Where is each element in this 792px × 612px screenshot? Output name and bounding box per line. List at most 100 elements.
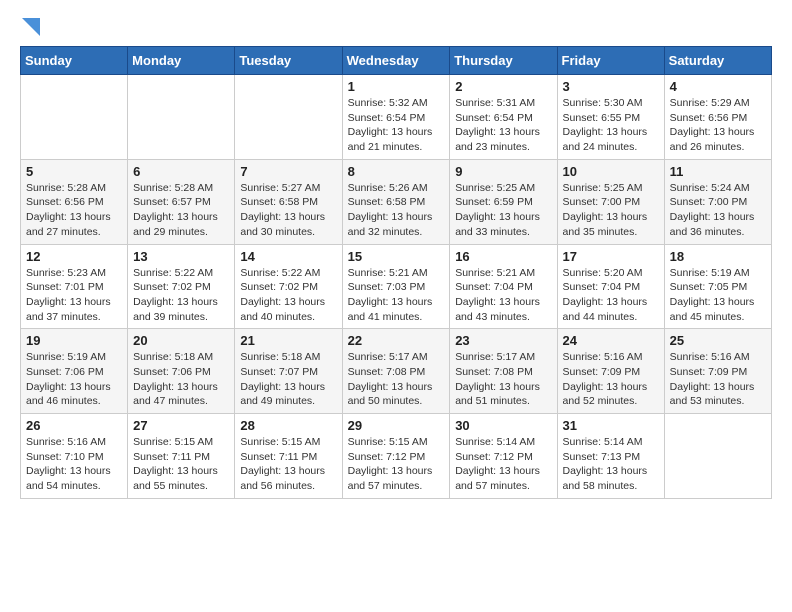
calendar-cell: 13 Sunrise: 5:22 AMSunset: 7:02 PMDaylig… bbox=[128, 244, 235, 329]
day-number: 19 bbox=[26, 333, 122, 348]
calendar-cell bbox=[664, 414, 771, 499]
day-info: Sunrise: 5:14 AMSunset: 7:13 PMDaylight:… bbox=[563, 435, 659, 494]
calendar-cell: 1 Sunrise: 5:32 AMSunset: 6:54 PMDayligh… bbox=[342, 75, 450, 160]
day-number: 18 bbox=[670, 249, 766, 264]
day-number: 2 bbox=[455, 79, 551, 94]
day-info: Sunrise: 5:30 AMSunset: 6:55 PMDaylight:… bbox=[563, 96, 659, 155]
day-info: Sunrise: 5:25 AMSunset: 6:59 PMDaylight:… bbox=[455, 181, 551, 240]
day-info: Sunrise: 5:16 AMSunset: 7:09 PMDaylight:… bbox=[563, 350, 659, 409]
calendar-cell: 9 Sunrise: 5:25 AMSunset: 6:59 PMDayligh… bbox=[450, 159, 557, 244]
day-info: Sunrise: 5:21 AMSunset: 7:04 PMDaylight:… bbox=[455, 266, 551, 325]
day-info: Sunrise: 5:15 AMSunset: 7:11 PMDaylight:… bbox=[240, 435, 336, 494]
calendar-cell: 29 Sunrise: 5:15 AMSunset: 7:12 PMDaylig… bbox=[342, 414, 450, 499]
day-info: Sunrise: 5:26 AMSunset: 6:58 PMDaylight:… bbox=[348, 181, 445, 240]
day-info: Sunrise: 5:24 AMSunset: 7:00 PMDaylight:… bbox=[670, 181, 766, 240]
day-number: 6 bbox=[133, 164, 229, 179]
day-info: Sunrise: 5:28 AMSunset: 6:57 PMDaylight:… bbox=[133, 181, 229, 240]
calendar-table: SundayMondayTuesdayWednesdayThursdayFrid… bbox=[20, 46, 772, 499]
weekday-header-tuesday: Tuesday bbox=[235, 47, 342, 75]
calendar-cell: 7 Sunrise: 5:27 AMSunset: 6:58 PMDayligh… bbox=[235, 159, 342, 244]
day-number: 30 bbox=[455, 418, 551, 433]
calendar-week-row: 5 Sunrise: 5:28 AMSunset: 6:56 PMDayligh… bbox=[21, 159, 772, 244]
day-number: 17 bbox=[563, 249, 659, 264]
day-number: 23 bbox=[455, 333, 551, 348]
calendar-cell: 20 Sunrise: 5:18 AMSunset: 7:06 PMDaylig… bbox=[128, 329, 235, 414]
calendar-cell: 15 Sunrise: 5:21 AMSunset: 7:03 PMDaylig… bbox=[342, 244, 450, 329]
weekday-header-sunday: Sunday bbox=[21, 47, 128, 75]
calendar-cell: 17 Sunrise: 5:20 AMSunset: 7:04 PMDaylig… bbox=[557, 244, 664, 329]
day-info: Sunrise: 5:18 AMSunset: 7:06 PMDaylight:… bbox=[133, 350, 229, 409]
day-info: Sunrise: 5:31 AMSunset: 6:54 PMDaylight:… bbox=[455, 96, 551, 155]
day-info: Sunrise: 5:17 AMSunset: 7:08 PMDaylight:… bbox=[455, 350, 551, 409]
calendar-cell: 21 Sunrise: 5:18 AMSunset: 7:07 PMDaylig… bbox=[235, 329, 342, 414]
calendar-week-row: 26 Sunrise: 5:16 AMSunset: 7:10 PMDaylig… bbox=[21, 414, 772, 499]
day-info: Sunrise: 5:14 AMSunset: 7:12 PMDaylight:… bbox=[455, 435, 551, 494]
calendar-cell: 5 Sunrise: 5:28 AMSunset: 6:56 PMDayligh… bbox=[21, 159, 128, 244]
day-info: Sunrise: 5:16 AMSunset: 7:10 PMDaylight:… bbox=[26, 435, 122, 494]
logo bbox=[20, 20, 40, 36]
day-number: 7 bbox=[240, 164, 336, 179]
day-info: Sunrise: 5:23 AMSunset: 7:01 PMDaylight:… bbox=[26, 266, 122, 325]
day-info: Sunrise: 5:28 AMSunset: 6:56 PMDaylight:… bbox=[26, 181, 122, 240]
day-info: Sunrise: 5:22 AMSunset: 7:02 PMDaylight:… bbox=[133, 266, 229, 325]
day-number: 31 bbox=[563, 418, 659, 433]
calendar-cell: 4 Sunrise: 5:29 AMSunset: 6:56 PMDayligh… bbox=[664, 75, 771, 160]
day-info: Sunrise: 5:21 AMSunset: 7:03 PMDaylight:… bbox=[348, 266, 445, 325]
calendar-cell: 22 Sunrise: 5:17 AMSunset: 7:08 PMDaylig… bbox=[342, 329, 450, 414]
day-number: 10 bbox=[563, 164, 659, 179]
calendar-cell: 6 Sunrise: 5:28 AMSunset: 6:57 PMDayligh… bbox=[128, 159, 235, 244]
calendar-cell: 2 Sunrise: 5:31 AMSunset: 6:54 PMDayligh… bbox=[450, 75, 557, 160]
calendar-cell: 24 Sunrise: 5:16 AMSunset: 7:09 PMDaylig… bbox=[557, 329, 664, 414]
day-info: Sunrise: 5:19 AMSunset: 7:05 PMDaylight:… bbox=[670, 266, 766, 325]
day-number: 15 bbox=[348, 249, 445, 264]
calendar-cell: 18 Sunrise: 5:19 AMSunset: 7:05 PMDaylig… bbox=[664, 244, 771, 329]
day-info: Sunrise: 5:32 AMSunset: 6:54 PMDaylight:… bbox=[348, 96, 445, 155]
day-number: 3 bbox=[563, 79, 659, 94]
calendar-cell: 25 Sunrise: 5:16 AMSunset: 7:09 PMDaylig… bbox=[664, 329, 771, 414]
day-number: 9 bbox=[455, 164, 551, 179]
page-header bbox=[20, 20, 772, 36]
day-number: 27 bbox=[133, 418, 229, 433]
calendar-cell: 31 Sunrise: 5:14 AMSunset: 7:13 PMDaylig… bbox=[557, 414, 664, 499]
day-number: 1 bbox=[348, 79, 445, 94]
day-info: Sunrise: 5:22 AMSunset: 7:02 PMDaylight:… bbox=[240, 266, 336, 325]
day-number: 4 bbox=[670, 79, 766, 94]
weekday-header-saturday: Saturday bbox=[664, 47, 771, 75]
calendar-cell bbox=[128, 75, 235, 160]
day-number: 11 bbox=[670, 164, 766, 179]
calendar-cell: 27 Sunrise: 5:15 AMSunset: 7:11 PMDaylig… bbox=[128, 414, 235, 499]
calendar-week-row: 12 Sunrise: 5:23 AMSunset: 7:01 PMDaylig… bbox=[21, 244, 772, 329]
day-info: Sunrise: 5:20 AMSunset: 7:04 PMDaylight:… bbox=[563, 266, 659, 325]
logo-arrow-icon bbox=[22, 18, 40, 36]
calendar-week-row: 1 Sunrise: 5:32 AMSunset: 6:54 PMDayligh… bbox=[21, 75, 772, 160]
calendar-cell: 3 Sunrise: 5:30 AMSunset: 6:55 PMDayligh… bbox=[557, 75, 664, 160]
day-number: 28 bbox=[240, 418, 336, 433]
calendar-header-row: SundayMondayTuesdayWednesdayThursdayFrid… bbox=[21, 47, 772, 75]
day-info: Sunrise: 5:15 AMSunset: 7:12 PMDaylight:… bbox=[348, 435, 445, 494]
calendar-cell bbox=[21, 75, 128, 160]
day-number: 8 bbox=[348, 164, 445, 179]
day-info: Sunrise: 5:18 AMSunset: 7:07 PMDaylight:… bbox=[240, 350, 336, 409]
day-number: 24 bbox=[563, 333, 659, 348]
calendar-cell: 28 Sunrise: 5:15 AMSunset: 7:11 PMDaylig… bbox=[235, 414, 342, 499]
calendar-cell bbox=[235, 75, 342, 160]
day-info: Sunrise: 5:25 AMSunset: 7:00 PMDaylight:… bbox=[563, 181, 659, 240]
calendar-cell: 30 Sunrise: 5:14 AMSunset: 7:12 PMDaylig… bbox=[450, 414, 557, 499]
day-number: 22 bbox=[348, 333, 445, 348]
day-number: 14 bbox=[240, 249, 336, 264]
day-info: Sunrise: 5:15 AMSunset: 7:11 PMDaylight:… bbox=[133, 435, 229, 494]
day-info: Sunrise: 5:29 AMSunset: 6:56 PMDaylight:… bbox=[670, 96, 766, 155]
day-number: 20 bbox=[133, 333, 229, 348]
day-info: Sunrise: 5:16 AMSunset: 7:09 PMDaylight:… bbox=[670, 350, 766, 409]
calendar-cell: 16 Sunrise: 5:21 AMSunset: 7:04 PMDaylig… bbox=[450, 244, 557, 329]
day-number: 5 bbox=[26, 164, 122, 179]
calendar-cell: 10 Sunrise: 5:25 AMSunset: 7:00 PMDaylig… bbox=[557, 159, 664, 244]
day-number: 26 bbox=[26, 418, 122, 433]
calendar-week-row: 19 Sunrise: 5:19 AMSunset: 7:06 PMDaylig… bbox=[21, 329, 772, 414]
weekday-header-monday: Monday bbox=[128, 47, 235, 75]
day-number: 13 bbox=[133, 249, 229, 264]
calendar-cell: 26 Sunrise: 5:16 AMSunset: 7:10 PMDaylig… bbox=[21, 414, 128, 499]
calendar-cell: 14 Sunrise: 5:22 AMSunset: 7:02 PMDaylig… bbox=[235, 244, 342, 329]
day-number: 16 bbox=[455, 249, 551, 264]
weekday-header-thursday: Thursday bbox=[450, 47, 557, 75]
